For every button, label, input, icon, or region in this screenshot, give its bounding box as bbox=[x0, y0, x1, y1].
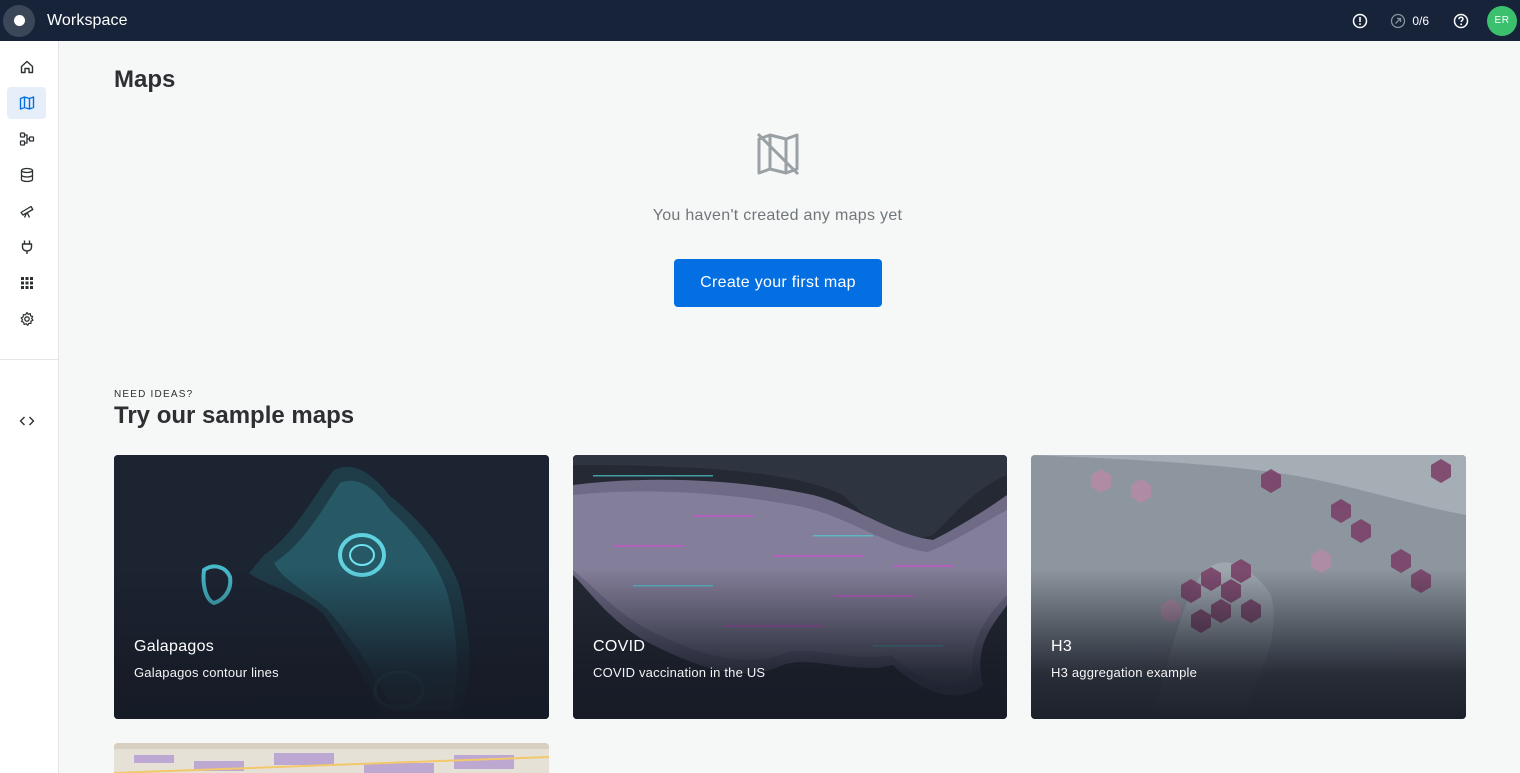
telescope-icon bbox=[19, 205, 33, 218]
card-subtitle: COVID vaccination in the US bbox=[593, 665, 766, 680]
sample-map-card-galapagos[interactable]: Galapagos Galapagos contour lines bbox=[114, 455, 549, 719]
map-icon bbox=[19, 96, 34, 110]
sample-map-card-covid[interactable]: COVID COVID vaccination in the US bbox=[573, 455, 1007, 719]
alert-icon[interactable] bbox=[1350, 11, 1370, 31]
code-icon bbox=[19, 416, 34, 426]
plug-icon bbox=[21, 240, 32, 254]
avatar[interactable]: ER bbox=[1487, 5, 1517, 36]
sidebar-divider bbox=[0, 359, 58, 360]
gear-icon bbox=[20, 311, 34, 326]
sample-map-card-h3[interactable]: H3 H3 aggregation example bbox=[1031, 455, 1466, 719]
sample-map-4-thumbnail bbox=[114, 743, 549, 773]
card-gradient bbox=[1031, 569, 1466, 719]
card-subtitle: H3 aggregation example bbox=[1051, 665, 1198, 680]
sidebar-item-apps[interactable] bbox=[7, 267, 46, 299]
top-bar: Workspace 0/6 ER bbox=[0, 0, 1520, 41]
progress-counter: 0/6 bbox=[1412, 13, 1429, 28]
help-icon[interactable] bbox=[1451, 11, 1471, 31]
sample-map-card-4[interactable] bbox=[114, 743, 549, 773]
logo-icon[interactable] bbox=[3, 4, 35, 37]
create-first-map-button[interactable]: Create your first map bbox=[674, 259, 882, 307]
card-subtitle: Galapagos contour lines bbox=[134, 665, 279, 680]
sidebar-item-home[interactable] bbox=[7, 51, 46, 83]
sidebar-item-maps[interactable] bbox=[7, 87, 46, 119]
database-icon bbox=[20, 167, 33, 183]
card-title: Galapagos bbox=[134, 638, 215, 655]
need-ideas-overline: NEED IDEAS? bbox=[114, 389, 194, 400]
page-title: Maps bbox=[114, 66, 176, 93]
sidebar-item-developers[interactable] bbox=[7, 405, 46, 437]
no-map-icon bbox=[756, 132, 800, 176]
sidebar-item-connections[interactable] bbox=[7, 231, 46, 263]
workflow-icon bbox=[19, 132, 34, 146]
top-bar-actions: 0/6 ER bbox=[1350, 0, 1520, 41]
sidebar bbox=[0, 41, 59, 773]
sidebar-item-data[interactable] bbox=[7, 159, 46, 191]
card-title: COVID bbox=[593, 638, 646, 655]
onboarding-progress[interactable]: 0/6 bbox=[1388, 11, 1429, 31]
empty-state-message: You haven't created any maps yet bbox=[652, 207, 903, 224]
sidebar-item-workflows[interactable] bbox=[7, 123, 46, 155]
app-title: Workspace bbox=[47, 11, 128, 29]
sidebar-item-settings[interactable] bbox=[7, 303, 46, 335]
home-icon bbox=[20, 60, 33, 74]
sample-maps-title: Try our sample maps bbox=[114, 402, 355, 429]
progress-icon bbox=[1388, 11, 1408, 31]
apps-grid-icon bbox=[20, 277, 33, 289]
card-title: H3 bbox=[1051, 638, 1073, 655]
sidebar-item-data-observatory[interactable] bbox=[7, 195, 46, 227]
main-content: Maps You haven't created any maps yet Cr… bbox=[59, 41, 1520, 773]
